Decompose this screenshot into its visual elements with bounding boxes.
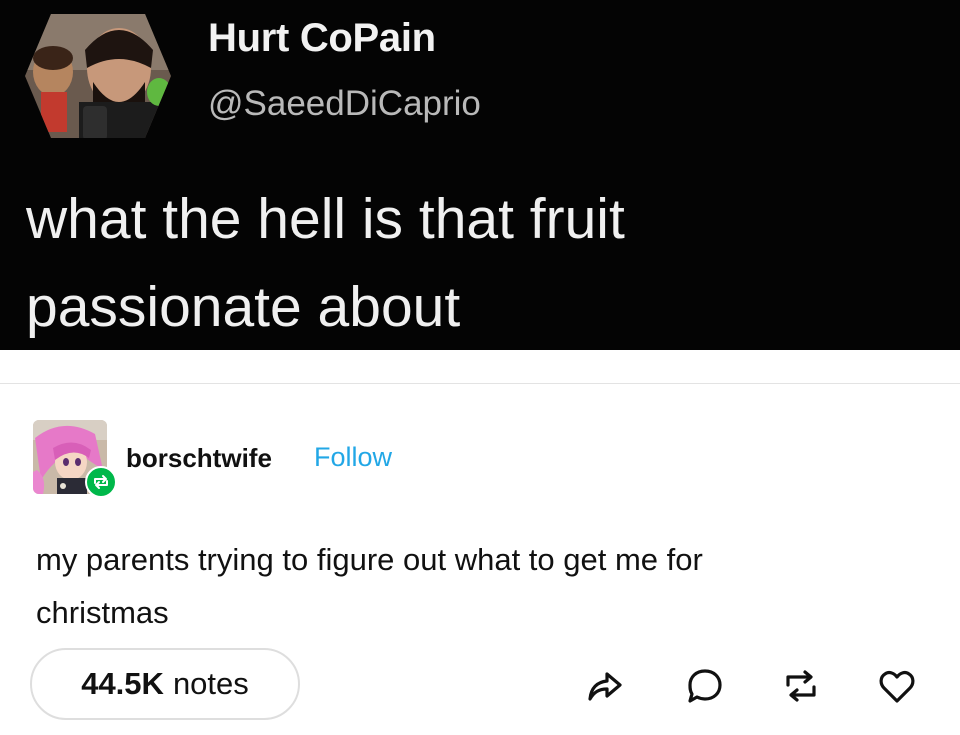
- tweet-screenshot: Hurt CoPain @SaeedDiCaprio what the hell…: [0, 0, 960, 350]
- divider: [0, 383, 960, 384]
- reblog-icon[interactable]: [781, 666, 821, 706]
- tweet-text: what the hell is that fruit passionate a…: [26, 175, 926, 351]
- like-icon[interactable]: [877, 666, 917, 706]
- profile-photo-avatar-icon: [25, 14, 171, 138]
- tweet-handle: @SaeedDiCaprio: [208, 84, 481, 123]
- follow-button[interactable]: Follow: [314, 442, 392, 473]
- notes-button[interactable]: 44.5K notes: [30, 648, 300, 720]
- post-username[interactable]: borschtwife: [126, 443, 272, 474]
- notes-label: notes: [172, 666, 249, 701]
- reply-icon[interactable]: [685, 666, 725, 706]
- post-body-line: christmas: [36, 595, 169, 630]
- reblog-icon: [94, 475, 108, 489]
- screenshot-root: Hurt CoPain @SaeedDiCaprio what the hell…: [0, 0, 960, 735]
- notes-count: 44.5K: [81, 666, 164, 701]
- share-icon[interactable]: [585, 666, 625, 706]
- reblog-badge: [85, 466, 117, 498]
- tweet-display-name: Hurt CoPain: [208, 16, 436, 60]
- tweet-text-line: what the hell is that fruit: [26, 187, 625, 251]
- post-body-line: my parents trying to figure out what to …: [36, 542, 703, 577]
- tweet-text-line: passionate about: [26, 275, 461, 339]
- post-body: my parents trying to figure out what to …: [36, 533, 916, 639]
